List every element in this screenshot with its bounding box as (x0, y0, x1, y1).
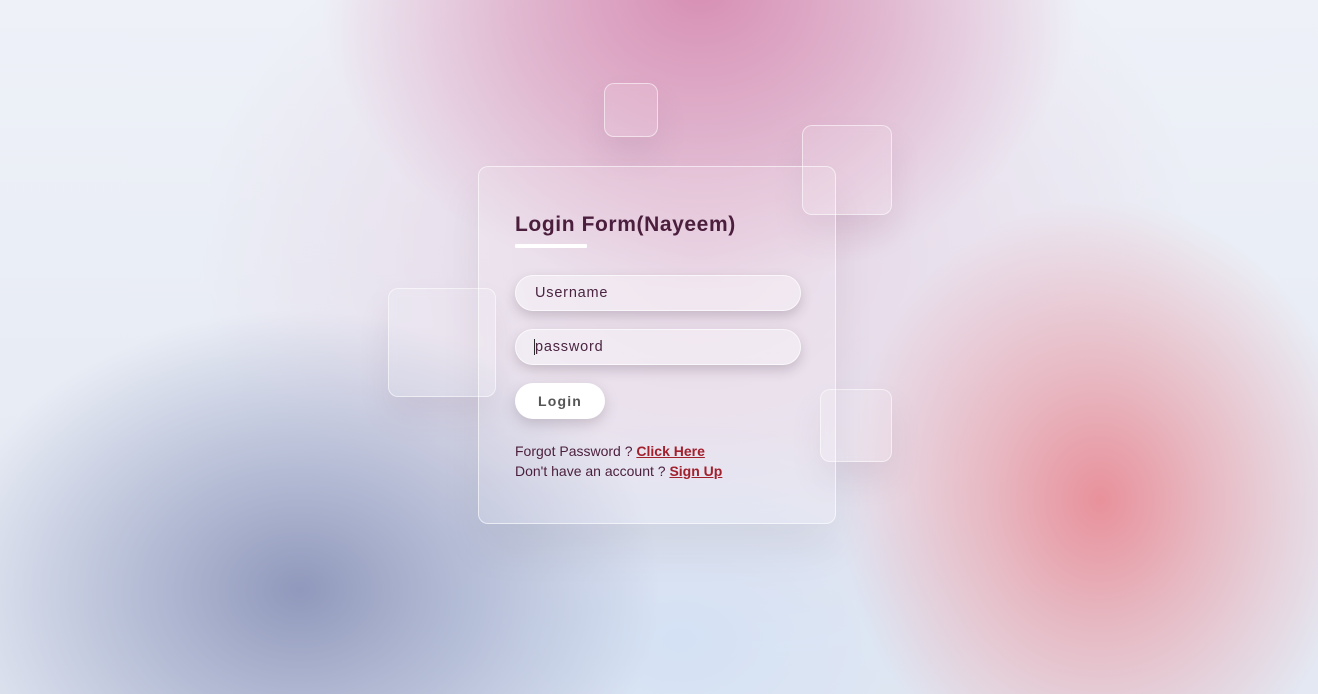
form-title: Login Form(Nayeem) (515, 213, 736, 236)
background: Login Form(Nayeem) Login Forgot Password… (0, 0, 1318, 694)
text-caret (534, 339, 535, 355)
forgot-password-line: Forgot Password ? Click Here (515, 443, 705, 459)
password-input[interactable] (515, 329, 801, 365)
click-here-link[interactable]: Click Here (636, 443, 704, 459)
signup-text: Don't have an account ? (515, 463, 666, 479)
login-card: Login Form(Nayeem) Login Forgot Password… (478, 166, 836, 524)
signup-line: Don't have an account ? Sign Up (515, 463, 722, 479)
title-underline (515, 244, 587, 248)
forgot-password-text: Forgot Password ? (515, 443, 633, 459)
login-button[interactable]: Login (515, 383, 605, 419)
decorative-square (604, 83, 658, 137)
username-input[interactable] (515, 275, 801, 311)
sign-up-link[interactable]: Sign Up (669, 463, 722, 479)
